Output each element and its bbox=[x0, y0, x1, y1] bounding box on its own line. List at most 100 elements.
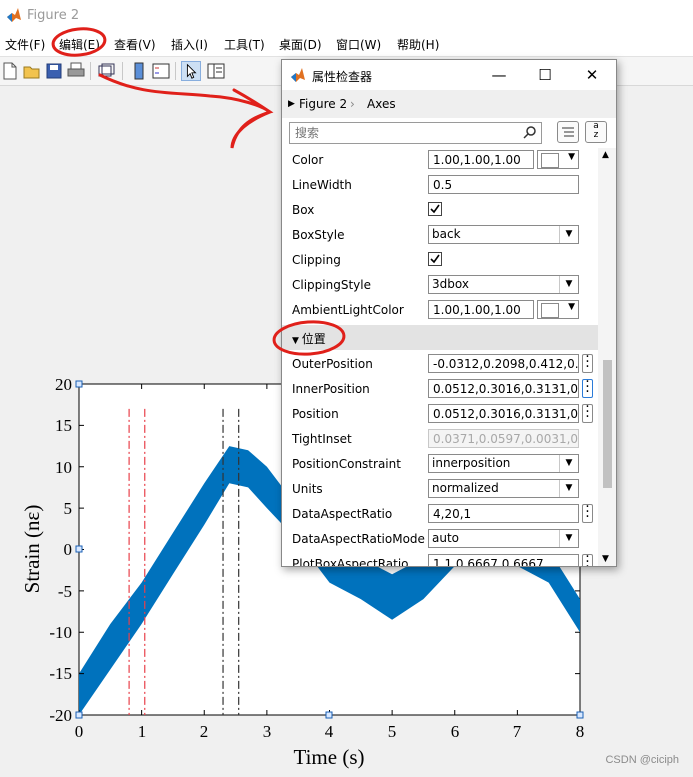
save-icon[interactable] bbox=[44, 61, 64, 81]
property-row-boxstyle: BoxStyle back ▼ bbox=[282, 223, 598, 248]
selection-handle[interactable] bbox=[325, 711, 333, 719]
search-input[interactable] bbox=[293, 124, 517, 142]
clipping-checkbox[interactable] bbox=[428, 252, 442, 266]
y-tick-label: -20 bbox=[49, 706, 72, 725]
matlab-icon bbox=[7, 8, 21, 22]
property-row-ambientlightcolor: AmbientLightColor 1.00,1.00,1.00 ▼ bbox=[282, 298, 598, 323]
innerposition-field[interactable]: 0.0512,0.3016,0.3131,0.36 bbox=[428, 379, 579, 398]
group-view-button[interactable] bbox=[557, 121, 579, 143]
x-tick-label: 6 bbox=[451, 722, 460, 741]
property-label: DataAspectRatio bbox=[292, 507, 393, 521]
plotboxaspectratio-field[interactable]: 1.1,0.6667,0.6667 bbox=[428, 554, 579, 566]
more-options-button[interactable]: ··· bbox=[582, 550, 593, 566]
window-title-bar: Figure 2 bbox=[0, 0, 693, 32]
property-row-plotboxaspectratio: PlotBoxAspectRatio 1.1,0.6667,0.6667 ··· bbox=[282, 550, 598, 566]
more-options-button[interactable]: ··· bbox=[582, 400, 593, 424]
y-tick-label: 15 bbox=[55, 416, 72, 435]
insert-legend-icon[interactable] bbox=[151, 61, 171, 81]
menu-help[interactable]: 帮助(H) bbox=[397, 36, 439, 53]
x-tick-label: 5 bbox=[388, 722, 397, 741]
menu-view[interactable]: 查看(V) bbox=[114, 36, 156, 53]
dropdown-value: 3dbox bbox=[432, 277, 469, 291]
menu-window[interactable]: 窗口(W) bbox=[336, 36, 381, 53]
scroll-up-icon[interactable]: ▲ bbox=[602, 150, 609, 160]
boxstyle-dropdown[interactable]: back ▼ bbox=[428, 225, 579, 244]
scroll-down-icon[interactable]: ▼ bbox=[602, 554, 609, 564]
positionconstraint-dropdown[interactable]: innerposition ▼ bbox=[428, 454, 579, 473]
clippingstyle-dropdown[interactable]: 3dbox ▼ bbox=[428, 275, 579, 294]
x-tick-label: 0 bbox=[75, 722, 84, 741]
property-row-linewidth: LineWidth 0.5 bbox=[282, 173, 598, 198]
dataaspectratio-field[interactable]: 4,20,1 bbox=[428, 504, 579, 523]
menu-insert[interactable]: 插入(I) bbox=[171, 36, 208, 53]
x-tick-label: 4 bbox=[325, 722, 334, 741]
list-view-icon bbox=[562, 127, 574, 137]
chevron-down-icon: ▼ bbox=[559, 226, 578, 243]
dropdown-value: innerposition bbox=[432, 456, 511, 470]
window-title: Figure 2 bbox=[27, 8, 80, 23]
selection-handle[interactable] bbox=[75, 711, 83, 719]
minimize-button[interactable]: — bbox=[476, 60, 522, 90]
y-tick-label: 0 bbox=[64, 540, 73, 559]
expand-icon[interactable]: ▶ bbox=[288, 99, 295, 109]
dataaspectratiomode-dropdown[interactable]: auto ▼ bbox=[428, 529, 579, 548]
search-box[interactable] bbox=[289, 122, 542, 144]
edit-plot-icon[interactable] bbox=[181, 61, 201, 81]
close-button[interactable]: ✕ bbox=[569, 60, 615, 90]
breadcrumb-chevron-icon: › bbox=[350, 97, 355, 111]
x-tick-label: 1 bbox=[138, 722, 147, 741]
units-dropdown[interactable]: normalized ▼ bbox=[428, 479, 579, 498]
search-icon bbox=[523, 126, 536, 139]
x-tick-label: 2 bbox=[200, 722, 209, 741]
more-options-button[interactable]: ··· bbox=[582, 375, 593, 399]
menu-desktop[interactable]: 桌面(D) bbox=[279, 36, 322, 53]
sort-az-button[interactable]: a z bbox=[585, 121, 607, 143]
linewidth-field[interactable]: 0.5 bbox=[428, 175, 579, 194]
selection-handle[interactable] bbox=[75, 380, 83, 388]
property-inspector-window[interactable]: 属性检查器 — ☐ ✕ ▶ Figure 2 › Axes a z Color … bbox=[281, 59, 617, 567]
selection-handle[interactable] bbox=[576, 711, 584, 719]
breadcrumb-figure[interactable]: Figure 2 bbox=[299, 97, 347, 111]
insert-colorbar-icon[interactable] bbox=[129, 61, 149, 81]
menu-file[interactable]: 文件(F) bbox=[5, 36, 45, 53]
group-header-position[interactable]: ▼ 位置 bbox=[282, 325, 598, 350]
inspector-title-bar[interactable]: 属性检查器 — ☐ ✕ bbox=[282, 60, 616, 90]
y-tick-label: -10 bbox=[49, 623, 72, 642]
menu-edit[interactable]: 编辑(E) bbox=[59, 36, 100, 53]
scrollbar-thumb[interactable] bbox=[603, 360, 612, 488]
chevron-down-icon: ▼ bbox=[568, 152, 575, 162]
menu-tools[interactable]: 工具(T) bbox=[224, 36, 265, 53]
position-field[interactable]: 0.0512,0.3016,0.3131,0.36 bbox=[428, 404, 579, 423]
new-figure-icon[interactable] bbox=[0, 61, 20, 81]
y-tick-label: 5 bbox=[64, 499, 73, 518]
color-value-field[interactable]: 1.00,1.00,1.00 bbox=[428, 150, 534, 169]
x-tick-label: 7 bbox=[513, 722, 522, 741]
y-axis-label: Strain (nε) bbox=[20, 505, 44, 594]
property-inspector-icon[interactable] bbox=[206, 61, 226, 81]
property-row-color: Color 1.00,1.00,1.00 ▼ bbox=[282, 148, 598, 173]
color-picker-button[interactable]: ▼ bbox=[537, 300, 579, 319]
property-label: PositionConstraint bbox=[292, 457, 401, 471]
property-label: AmbientLightColor bbox=[292, 303, 404, 317]
watermark: CSDN @ciciph bbox=[605, 754, 679, 766]
more-options-button[interactable]: ··· bbox=[582, 350, 593, 374]
inspector-scrollbar[interactable]: ▲ ▼ bbox=[598, 148, 616, 566]
property-row-outerposition: OuterPosition -0.0312,0.2098,0.412,0.51 … bbox=[282, 350, 598, 377]
print-icon[interactable] bbox=[66, 61, 86, 81]
box-checkbox[interactable] bbox=[428, 202, 442, 216]
property-row-clippingstyle: ClippingStyle 3dbox ▼ bbox=[282, 273, 598, 298]
matlab-icon bbox=[291, 68, 305, 82]
selection-handle[interactable] bbox=[75, 545, 83, 553]
close-icon: ✕ bbox=[585, 66, 599, 84]
ambientlight-value-field[interactable]: 1.00,1.00,1.00 bbox=[428, 300, 534, 319]
breadcrumb-axes[interactable]: Axes bbox=[367, 97, 396, 111]
open-icon[interactable] bbox=[22, 61, 42, 81]
color-picker-button[interactable]: ▼ bbox=[537, 150, 579, 169]
maximize-button[interactable]: ☐ bbox=[522, 60, 568, 90]
outerposition-field[interactable]: -0.0312,0.2098,0.412,0.51 bbox=[428, 354, 579, 373]
toolbar-separator bbox=[175, 62, 176, 80]
x-tick-label: 8 bbox=[576, 722, 585, 741]
link-plot-icon[interactable] bbox=[96, 61, 116, 81]
dropdown-value: back bbox=[432, 227, 461, 241]
more-options-button[interactable]: ··· bbox=[582, 500, 593, 524]
